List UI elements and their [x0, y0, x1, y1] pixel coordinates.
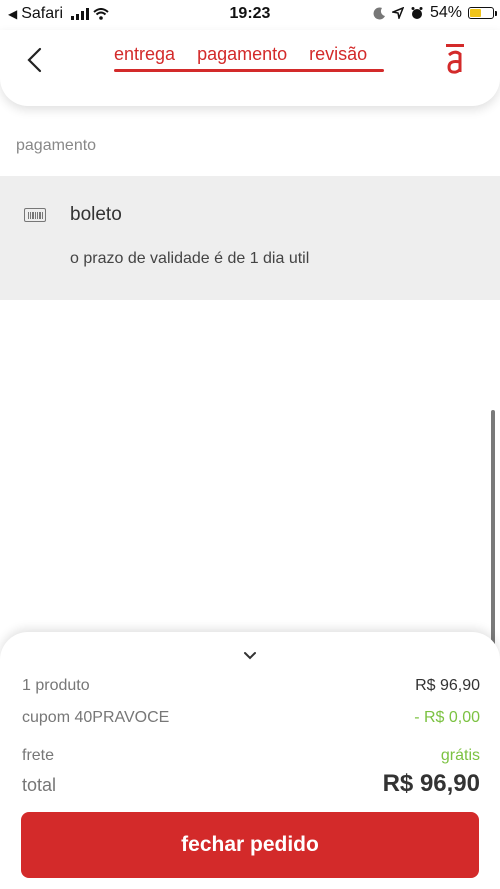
- status-bar: ◀ Safari 19:23 54%: [0, 0, 500, 30]
- battery-percent: 54%: [429, 4, 462, 21]
- fechar-pedido-button[interactable]: fechar pedido: [21, 812, 479, 878]
- summary-row-cupom: cupom 40PRAVOCE - R$ 0,00: [22, 709, 480, 727]
- step-pagamento[interactable]: pagamento: [197, 44, 287, 65]
- alarm-icon: [411, 7, 423, 19]
- status-right: 54%: [373, 4, 497, 22]
- step-entrega[interactable]: entrega: [114, 44, 175, 65]
- battery-icon: [468, 7, 497, 19]
- payment-method-description: o prazo de validade é de 1 dia util: [70, 250, 310, 267]
- checkout-steps: entrega pagamento revisão: [114, 44, 367, 65]
- summary-row-produto: 1 produto R$ 96,90: [22, 677, 480, 695]
- section-title: pagamento: [16, 137, 97, 154]
- chevron-left-icon[interactable]: [22, 46, 48, 74]
- summary-label: 1 produto: [22, 677, 90, 694]
- checkout-header: entrega pagamento revisão: [0, 30, 500, 106]
- summary-label: frete: [22, 747, 55, 764]
- moon-icon: [373, 6, 385, 19]
- step-revisao[interactable]: revisão: [309, 44, 367, 65]
- location-icon: [391, 7, 404, 19]
- steps-progress-underline: [114, 69, 384, 72]
- summary-value: - R$ 0,00: [414, 709, 480, 726]
- summary-value: R$ 96,90: [415, 677, 480, 694]
- total-label: total: [22, 775, 57, 795]
- summary-row-frete: frete grátis: [22, 747, 480, 765]
- summary-label: cupom 40PRAVOCE: [22, 709, 170, 726]
- scrollbar[interactable]: [491, 410, 495, 650]
- summary-value: grátis: [440, 747, 480, 764]
- chevron-down-icon[interactable]: [242, 650, 258, 662]
- americanas-logo: [446, 44, 464, 74]
- payment-method-name: boleto: [70, 204, 122, 225]
- payment-method-card[interactable]: [0, 176, 500, 300]
- summary-total: total R$ 96,90: [22, 770, 480, 798]
- total-value: R$ 96,90: [382, 770, 480, 797]
- barcode-icon: [24, 208, 46, 222]
